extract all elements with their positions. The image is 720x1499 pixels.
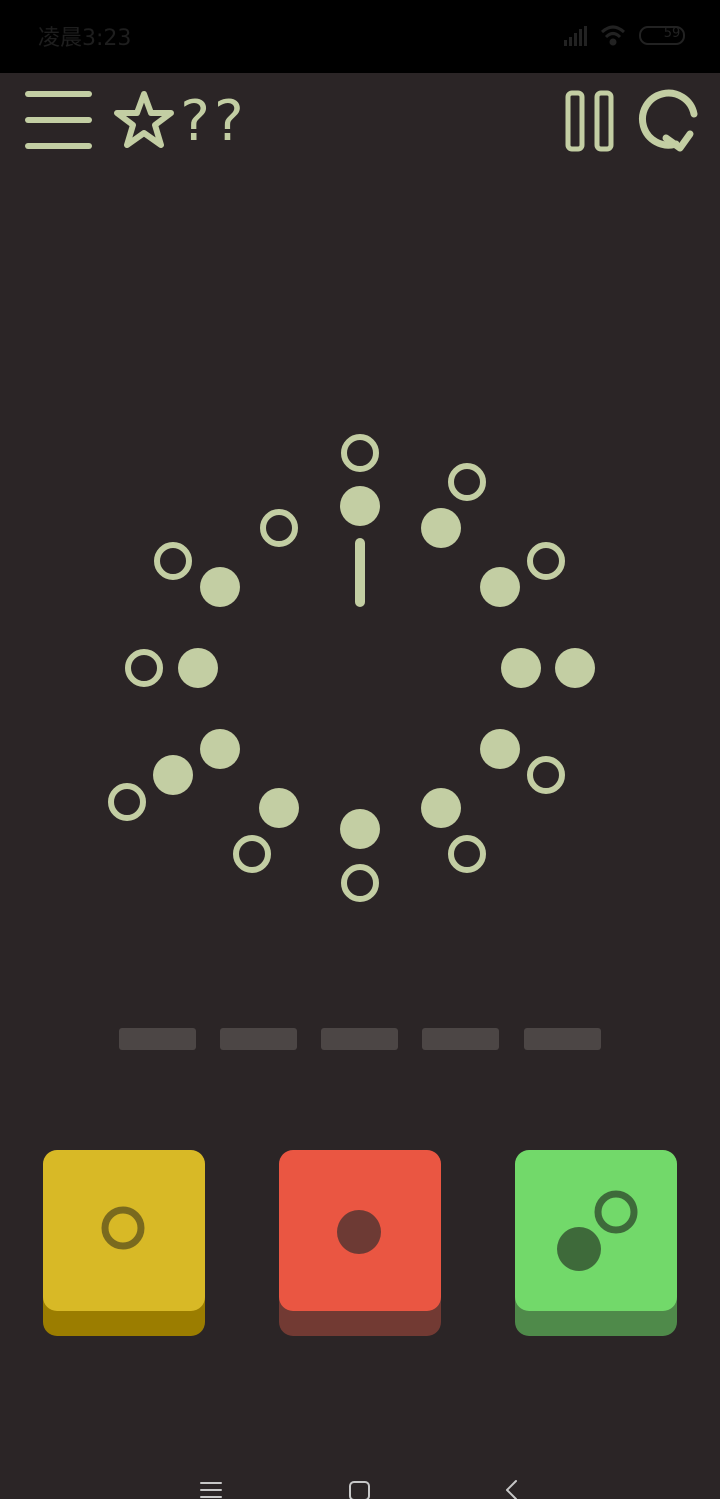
hollow-circle [341, 434, 379, 472]
filled-circle [501, 648, 541, 688]
filled-circle [178, 648, 218, 688]
home-nav-icon[interactable] [349, 1481, 370, 1499]
pattern-3 [501, 648, 595, 688]
pause-icon[interactable] [560, 88, 620, 154]
red-tile[interactable] [279, 1150, 441, 1336]
pattern-2 [480, 542, 565, 607]
hollow-circle [448, 835, 486, 873]
filled-circle [153, 755, 193, 795]
hollow-circle [154, 542, 192, 580]
status-time: 凌晨3:23 [38, 26, 132, 51]
progress-slot [220, 1028, 297, 1050]
wifi-icon [600, 25, 626, 46]
pattern-1 [421, 463, 486, 548]
filled-circle [480, 567, 520, 607]
level-indicator: ?? [184, 90, 244, 152]
battery-level: 59 [663, 26, 681, 41]
hollow-circle [527, 542, 565, 580]
filled-circle [340, 486, 380, 526]
filled-circle-icon [337, 1210, 381, 1254]
progress-slot [321, 1028, 398, 1050]
menu-icon[interactable] [24, 88, 94, 152]
puzzle-board [108, 434, 595, 902]
pattern-10 [154, 542, 240, 607]
pattern-8 [108, 729, 240, 821]
progress-indicator [119, 1028, 601, 1050]
progress-slot [422, 1028, 499, 1050]
navigation-bar [200, 1480, 517, 1499]
hollow-circle [527, 756, 565, 794]
filled-circle [480, 729, 520, 769]
filled-circle [421, 788, 461, 828]
back-nav-icon[interactable] [506, 1480, 517, 1499]
hollow-circle [108, 783, 146, 821]
green-tile[interactable] [515, 1150, 677, 1336]
filled-circle [340, 809, 380, 849]
menu-nav-icon[interactable] [200, 1482, 222, 1498]
filled-circle [421, 508, 461, 548]
signal-icon [564, 26, 587, 46]
star-icon[interactable] [112, 90, 176, 152]
filled-circle [259, 788, 299, 828]
progress-slot [524, 1028, 601, 1050]
pattern-5 [421, 788, 486, 873]
pattern-9 [125, 648, 218, 688]
pattern-12 [340, 434, 380, 526]
filled-circle [200, 729, 240, 769]
hollow-circle [260, 509, 298, 547]
hollow-circle [125, 649, 163, 687]
progress-slot [119, 1028, 196, 1050]
restart-icon[interactable] [636, 84, 706, 160]
filled-circle [200, 567, 240, 607]
filled-and-hollow-circle-icon [557, 1190, 638, 1271]
hollow-circle [341, 864, 379, 902]
hollow-circle-icon [101, 1206, 145, 1250]
hollow-circle [233, 835, 271, 873]
hollow-circle [448, 463, 486, 501]
pattern-6 [340, 809, 380, 902]
pattern-4 [480, 729, 565, 794]
yellow-tile[interactable] [43, 1150, 205, 1336]
filled-circle [555, 648, 595, 688]
status-bar: 凌晨3:23 59 [0, 0, 720, 73]
level-text: ?? [184, 90, 244, 152]
pattern-7 [233, 788, 299, 873]
pattern-11 [260, 509, 298, 547]
